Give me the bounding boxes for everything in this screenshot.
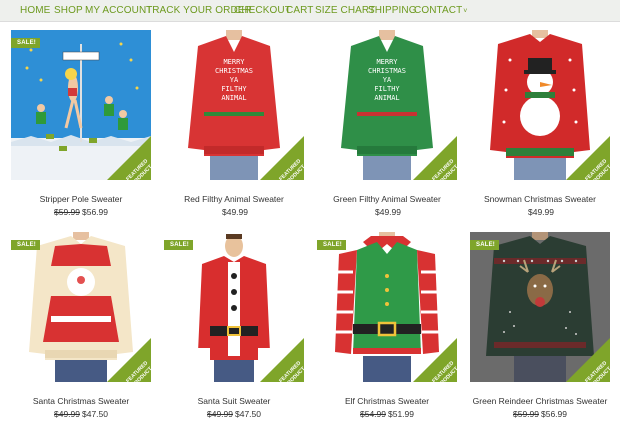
featured-product-ribbon: FEATURED PRODUCT: [107, 338, 151, 382]
featured-product-ribbon: FEATURED PRODUCT: [260, 136, 304, 180]
product-name[interactable]: Stripper Pole Sweater: [1, 194, 161, 204]
sale-price: $47.50: [82, 409, 108, 419]
nav-shipping[interactable]: SHIPPING: [368, 5, 417, 16]
product-name[interactable]: Elf Christmas Sweater: [307, 396, 467, 406]
sale-price: $49.99: [375, 207, 401, 217]
nav-shop[interactable]: SHOP: [54, 5, 83, 16]
shirt-text-5: ANIMAL: [374, 94, 399, 102]
sale-badge: SALE!: [11, 240, 40, 250]
product-image[interactable]: SALE! FEATURED PRODUCT: [164, 232, 304, 382]
product-price: $54.99 $51.99: [317, 409, 457, 419]
sale-price: $49.99: [528, 207, 554, 217]
featured-product-ribbon: FEATURED PRODUCT: [413, 136, 457, 180]
product-price: $49.99 $47.50: [11, 409, 151, 419]
main-nav: HOME SHOP MY ACCOUNT TRACK YOUR ORDER CH…: [0, 0, 620, 22]
product-name[interactable]: Santa Suit Sweater: [154, 396, 314, 406]
product-name[interactable]: Snowman Christmas Sweater: [460, 194, 620, 204]
old-price: $54.99: [360, 409, 386, 419]
product-name[interactable]: Green Filthy Animal Sweater: [307, 194, 467, 204]
old-price: $49.99: [54, 409, 80, 419]
shirt-text-3: YA: [383, 76, 392, 84]
shirt-text-1: MERRY: [223, 58, 245, 66]
sale-badge: SALE!: [470, 240, 499, 250]
sale-price: $47.50: [235, 409, 261, 419]
nav-contact[interactable]: CONTACT˅: [414, 5, 468, 16]
shirt-text-3: YA: [230, 76, 239, 84]
product-name[interactable]: Red Filthy Animal Sweater: [154, 194, 314, 204]
nav-my-account[interactable]: MY ACCOUNT: [85, 5, 153, 16]
old-price: $59.99: [54, 207, 80, 217]
sale-price: $56.99: [82, 207, 108, 217]
product-price: $59.99 $56.99: [470, 409, 610, 419]
product-image[interactable]: FEATURED PRODUCT: [470, 30, 610, 180]
old-price: $59.99: [513, 409, 539, 419]
nav-home[interactable]: HOME: [20, 5, 50, 16]
shirt-text-2: CHRISTMAS: [368, 67, 406, 75]
featured-product-ribbon: FEATURED PRODUCT: [107, 136, 151, 180]
featured-product-ribbon: FEATURED PRODUCT: [413, 338, 457, 382]
product-price: $49.99: [470, 207, 610, 217]
nav-size-chart[interactable]: SIZE CHART: [315, 5, 375, 16]
sale-badge: SALE!: [11, 38, 40, 48]
featured-product-ribbon: FEATURED PRODUCT: [566, 338, 610, 382]
shirt-text-5: ANIMAL: [221, 94, 246, 102]
nav-contact-label: CONTACT: [414, 5, 463, 16]
sale-badge: SALE!: [164, 240, 193, 250]
shirt-text-1: MERRY: [376, 58, 398, 66]
shirt-text-2: CHRISTMAS: [215, 67, 253, 75]
sale-badge: SALE!: [317, 240, 346, 250]
featured-product-ribbon: FEATURED PRODUCT: [566, 136, 610, 180]
chevron-down-icon: ˅: [463, 8, 468, 15]
product-price: $49.99: [164, 207, 304, 217]
product-image[interactable]: MERRY CHRISTMAS YA FILTHY ANIMAL FEATURE…: [317, 30, 457, 180]
featured-product-ribbon: FEATURED PRODUCT: [260, 338, 304, 382]
product-image[interactable]: SALE! FEATURED PRODUCT: [11, 232, 151, 382]
product-image[interactable]: SALE! FEATURED PRODUCT: [317, 232, 457, 382]
sale-price: $49.99: [222, 207, 248, 217]
sale-price: $51.99: [388, 409, 414, 419]
product-name[interactable]: Green Reindeer Christmas Sweater: [460, 396, 620, 406]
product-image[interactable]: MERRY CHRISTMAS YA FILTHY ANIMAL FEATURE…: [164, 30, 304, 180]
product-price: $49.99: [317, 207, 457, 217]
sale-price: $56.99: [541, 409, 567, 419]
product-price: $49.99 $47.50: [164, 409, 304, 419]
nav-checkout[interactable]: CHECKOUT: [234, 5, 291, 16]
product-name[interactable]: Santa Christmas Sweater: [1, 396, 161, 406]
nav-cart[interactable]: CART: [286, 5, 313, 16]
shirt-text-4: FILTHY: [221, 85, 247, 93]
product-image[interactable]: SALE! FEATURED PRODUCT: [470, 232, 610, 382]
shirt-text-4: FILTHY: [374, 85, 400, 93]
product-price: $59.99 $56.99: [11, 207, 151, 217]
old-price: $49.99: [207, 409, 233, 419]
product-image[interactable]: SALE! FEATURED PRODUCT: [11, 30, 151, 180]
